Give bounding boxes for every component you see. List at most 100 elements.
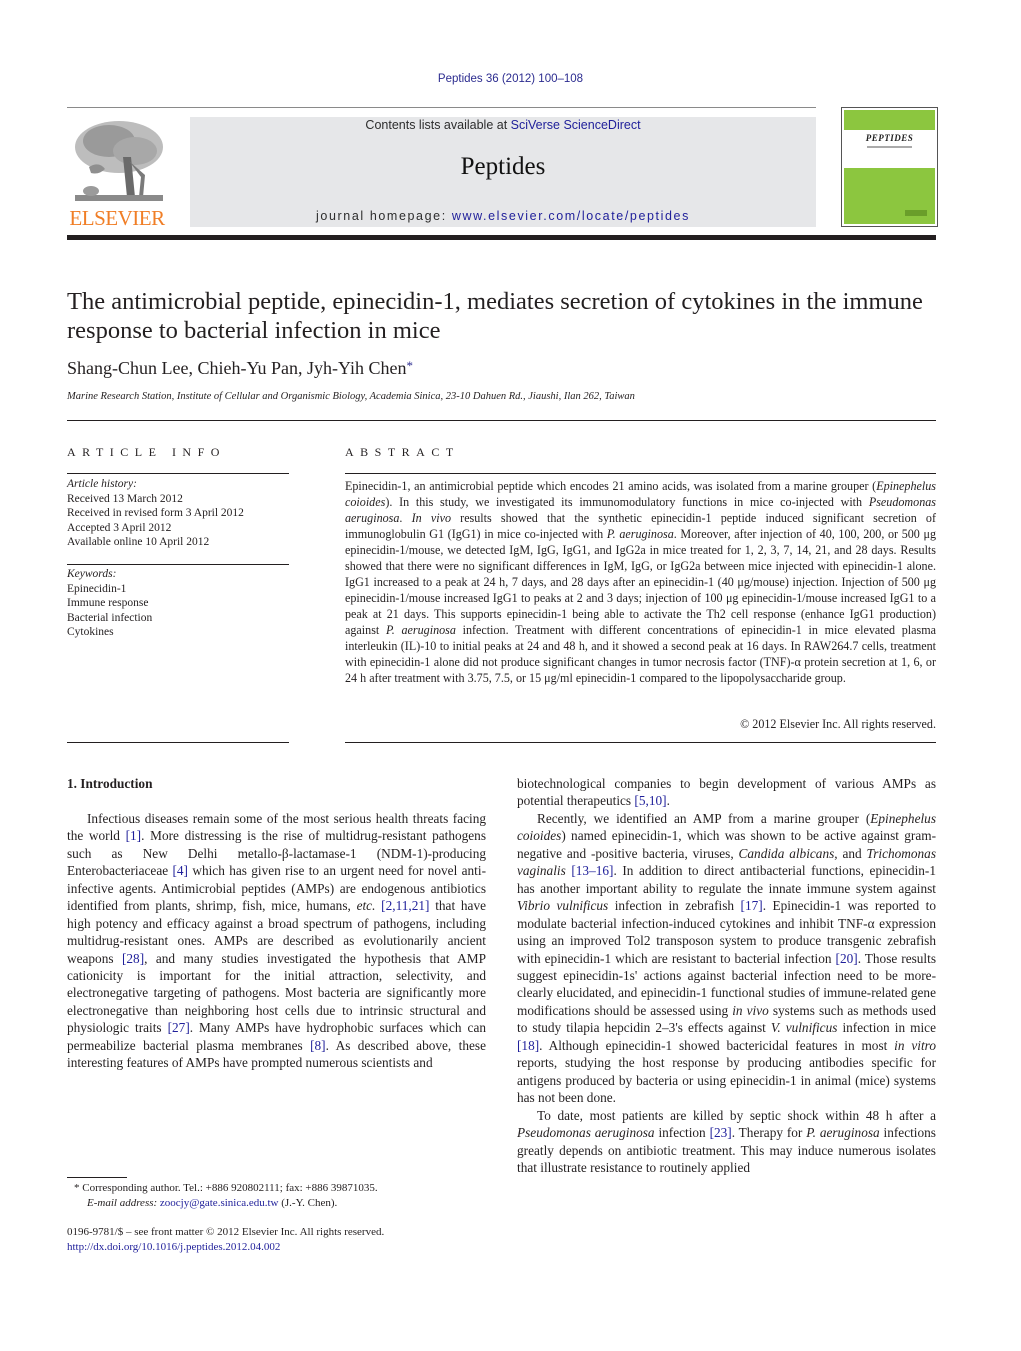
keyword-item: Cytokines (67, 626, 114, 638)
body-column-left: 1. Introduction Infectious diseases rema… (67, 775, 486, 1072)
cover-top-band (844, 110, 935, 130)
article-history-label: Article history: (67, 478, 137, 490)
italic-term: P. aeruginosa (385, 623, 456, 637)
cover-title: PEPTIDES (865, 133, 914, 143)
history-item: Received in revised form 3 April 2012 (67, 507, 244, 519)
italic-term: etc. (356, 898, 376, 914)
doi-link[interactable]: http://dx.doi.org/10.1016/j.peptides.201… (67, 1241, 280, 1253)
body-column-right: biotechnological companies to begin deve… (517, 775, 936, 1176)
italic-term: V. vulnificus (770, 1020, 838, 1036)
text-run: infection in zebrafish (608, 898, 741, 914)
italic-term: In vivo (411, 511, 451, 525)
history-item: Accepted 3 April 2012 (67, 521, 172, 534)
journal-citation-link[interactable]: Peptides 36 (2012) 100–108 (0, 73, 1021, 85)
citation-link[interactable]: [17] (741, 898, 763, 913)
body-paragraph: Recently, we identified an AMP from a ma… (517, 810, 936, 1107)
sciencedirect-link[interactable]: SciVerse ScienceDirect (511, 118, 641, 132)
homepage-line: journal homepage: www.elsevier.com/locat… (190, 209, 816, 223)
text-run: infection (654, 1125, 710, 1141)
cover-bottom-band (844, 168, 935, 224)
keyword-item: Epinecidin-1 (67, 582, 127, 595)
article-info-bottom-rule (67, 742, 289, 743)
cover-publisher-mark (905, 210, 927, 216)
text-run: infection in mice (837, 1020, 936, 1036)
text-run: To date, most patients are killed by sep… (537, 1107, 936, 1123)
issn-line: 0196-9781/$ – see front matter © 2012 El… (67, 1226, 385, 1238)
body-paragraph: Infectious diseases remain some of the m… (67, 810, 486, 1072)
elsevier-logo[interactable]: ELSEVIER (67, 117, 167, 230)
citation-link[interactable]: [23] (710, 1125, 732, 1140)
journal-cover-thumbnail[interactable]: PEPTIDES (841, 107, 938, 227)
affiliation-rule (67, 420, 936, 421)
contents-prefix: Contents lists available at (365, 118, 511, 132)
journal-homepage-link[interactable]: www.elsevier.com/locate/peptides (452, 209, 690, 223)
issn-block: 0196-9781/$ – see front matter © 2012 El… (67, 1225, 384, 1255)
keyword-item: Immune response (67, 597, 149, 609)
email-suffix: (J.-Y. Chen). (278, 1196, 338, 1209)
paragraph-group: Infectious diseases remain some of the m… (67, 810, 486, 1072)
citation-link[interactable]: [13–16] (571, 863, 613, 878)
text-run: Epinecidin-1, an antimicrobial peptide w… (345, 479, 877, 493)
abstract-copyright: © 2012 Elsevier Inc. All rights reserved… (740, 717, 936, 731)
abstract-bottom-rule (345, 742, 936, 743)
keywords-rule (67, 564, 289, 565)
body-paragraph: biotechnological companies to begin deve… (517, 775, 936, 810)
section-heading-introduction: 1. Introduction (67, 776, 153, 791)
citation-link[interactable]: [18] (517, 1038, 539, 1053)
citation-link[interactable]: [4] (172, 863, 188, 878)
author-list: Shang-Chun Lee, Chieh-Yu Pan, Jyh-Yih Ch… (67, 358, 413, 379)
abstract-text: Epinecidin-1, an antimicrobial peptide w… (345, 478, 936, 686)
text-run: reports, studying the host response by p… (517, 1055, 936, 1106)
history-item: Received 13 March 2012 (67, 492, 183, 505)
article-info-heading: ARTICLE INFO (67, 445, 226, 459)
elsevier-tree-icon (69, 117, 165, 207)
article-history: Article history: Received 13 March 2012 … (67, 477, 244, 550)
text-run: . Although epinecidin-1 showed bacterici… (539, 1037, 895, 1053)
email-label: E-mail address: (87, 1196, 160, 1209)
italic-term: Candida albicans (738, 845, 835, 861)
abstract-rule (345, 473, 936, 474)
text-run: , and (834, 845, 867, 861)
journal-name: Peptides (460, 153, 546, 180)
italic-term: P. aeruginosa (806, 1125, 880, 1141)
text-run: ). In this study, we investigated its im… (385, 495, 869, 509)
header-top-rule (67, 107, 816, 108)
corresponding-author-contact: * Corresponding author. Tel.: +886 92080… (74, 1182, 378, 1194)
text-run: Recently, we identified an AMP from a ma… (537, 810, 871, 826)
citation-link[interactable]: [2,11,21] (381, 898, 429, 913)
citation-link[interactable]: [20] (836, 951, 858, 966)
keywords-list: Keywords: Epinecidin-1 Immune response B… (67, 567, 152, 640)
header-thick-rule (67, 235, 936, 240)
elsevier-wordmark: ELSEVIER (69, 206, 165, 230)
paragraph-group: biotechnological companies to begin deve… (517, 775, 936, 1176)
article-info-rule (67, 473, 289, 474)
text-run: . (399, 511, 412, 525)
citation-link[interactable]: [27] (168, 1020, 190, 1035)
italic-term: P. aeruginosa (606, 527, 674, 541)
citation-link[interactable]: [1] (126, 828, 142, 843)
italic-term: Pseudomonas aeruginosa (517, 1125, 655, 1141)
corresponding-author-footnote: * Corresponding author. Tel.: +886 92080… (67, 1181, 378, 1210)
article-title: The antimicrobial peptide, epinecidin-1,… (67, 288, 923, 344)
citation-link[interactable]: [8] (310, 1038, 326, 1053)
text-run: . (666, 793, 670, 809)
history-item: Available online 10 April 2012 (67, 536, 210, 548)
italic-term: in vivo (732, 1002, 769, 1018)
text-run: biotechnological companies to begin deve… (517, 776, 936, 809)
cover-subtitle-line (867, 146, 912, 148)
abstract-heading: ABSTRACT (345, 445, 460, 459)
citation-link[interactable]: [28] (122, 951, 144, 966)
text-run: . Therapy for (731, 1125, 807, 1141)
author-affiliation: Marine Research Station, Institute of Ce… (67, 391, 635, 402)
citation-link[interactable]: [5,10] (634, 793, 666, 808)
author-email-link[interactable]: zoocjy@gate.sinica.edu.tw (160, 1197, 279, 1209)
italic-term: in vitro (894, 1037, 936, 1053)
footnote-rule (67, 1177, 127, 1178)
author-names: Shang-Chun Lee, Chieh-Yu Pan, Jyh-Yih Ch… (67, 358, 407, 378)
text-run: . Moreover, after injection of 40, 100, … (345, 527, 936, 637)
contents-line: Contents lists available at SciVerse Sci… (190, 118, 816, 132)
homepage-prefix: journal homepage: (316, 209, 452, 223)
keywords-label: Keywords: (67, 568, 117, 580)
email-line: E-mail address: zoocjy@gate.sinica.edu.t… (67, 1196, 378, 1211)
corresponding-author-marker[interactable]: * (406, 358, 413, 373)
